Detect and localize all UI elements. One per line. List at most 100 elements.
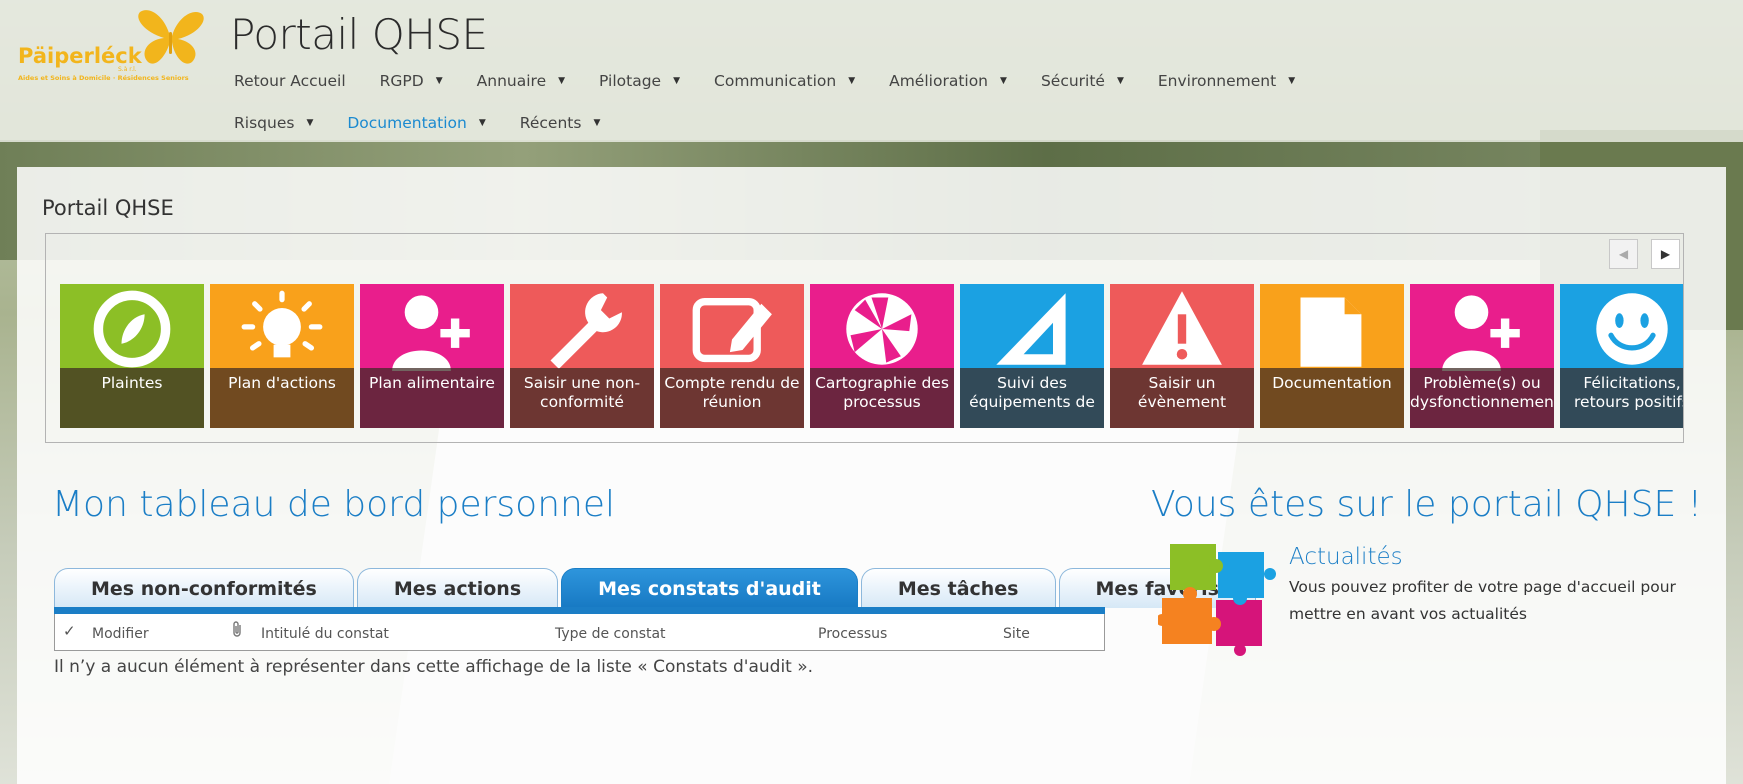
tile-plan-d-actions[interactable]: Plan d'actions — [210, 284, 354, 428]
nav-item-risques[interactable]: Risques ▼ — [228, 110, 319, 136]
tile-plan-alimentaire[interactable]: Plan alimentaire — [360, 284, 504, 428]
tile-label: Saisir une non-conformité — [510, 368, 654, 428]
tile-strip: Plaintes Plan d'actions Plan alimentaire Sa… — [60, 284, 1683, 428]
puzzle-icon — [1158, 544, 1276, 656]
logo-tagline: Aides et Soins à Domicile · Résidences S… — [18, 74, 189, 82]
panel-title: Portail QHSE — [42, 196, 174, 220]
add-user-icon — [1410, 284, 1554, 374]
nav-item-label: Annuaire — [476, 72, 547, 90]
nav-item-label: Communication — [714, 72, 837, 90]
tab-underline — [54, 607, 1105, 614]
compass-leaf-icon — [60, 284, 204, 374]
news-text: Vous pouvez profiter de votre page d'acc… — [1289, 578, 1676, 623]
nav-item-securite[interactable]: Sécurité ▼ — [1035, 68, 1130, 94]
set-square-icon — [960, 284, 1104, 374]
caret-down-icon[interactable]: ▼ — [673, 76, 680, 86]
logo-suffix: S.à r.l. — [118, 66, 137, 73]
tile-probleme-s-ou-dysfonctionnement[interactable]: Problème(s) ou dysfonctionnement — [1410, 284, 1554, 428]
top-nav-row-2: Risques ▼ Documentation ▼ Récents ▼ — [228, 110, 628, 136]
dashboard-tabs: Mes non-conformités Mes actions Mes consta… — [54, 568, 1259, 608]
nav-item-rgpd[interactable]: RGPD ▼ — [374, 68, 449, 94]
tile-saisir-un-evenement[interactable]: Saisir un évènement — [1110, 284, 1254, 428]
document-icon — [1260, 284, 1404, 374]
tile-felicitations-retours-positifs[interactable]: Félicitations, retours positifs — [1560, 284, 1683, 428]
list-col-modifier[interactable]: Modifier — [92, 626, 149, 642]
tile-label: Saisir un évènement — [1110, 368, 1254, 428]
tile-label: Plan d'actions — [210, 368, 354, 428]
check-icon[interactable]: ✓ — [63, 622, 76, 640]
caret-down-icon[interactable]: ▼ — [306, 118, 313, 128]
tab-mes-taches[interactable]: Mes tâches — [860, 568, 1056, 608]
nav-item-label: Risques — [234, 114, 295, 132]
tile-label: Problème(s) ou dysfonctionnement — [1410, 368, 1554, 428]
caret-down-icon[interactable]: ▼ — [558, 76, 565, 86]
edit-icon — [660, 284, 804, 374]
carousel-next-button[interactable]: ▶ — [1651, 239, 1680, 269]
caret-down-icon[interactable]: ▼ — [848, 76, 855, 86]
add-user-icon — [360, 284, 504, 374]
smiley-icon — [1560, 284, 1683, 374]
empty-list-message: Il n’y a aucun élément à représenter dan… — [54, 657, 814, 677]
nav-item-label: Amélioration — [889, 72, 989, 90]
tile-label: Suivi des équipements de — [960, 368, 1104, 428]
tile-label: Documentation — [1260, 368, 1404, 428]
dashboard-title: Mon tableau de bord personnel — [52, 484, 615, 525]
site-header: Päiperléck S.à r.l. Aides et Soins à Dom… — [0, 0, 1743, 142]
tile-saisir-une-non-conformite[interactable]: Saisir une non-conformité — [510, 284, 654, 428]
top-nav-row-1: Retour Accueil RGPD ▼ Annuaire ▼ Pilotage ▼ Com… — [228, 68, 1323, 94]
list-header: ✓ Modifier Intitulé du constat Type de c… — [54, 614, 1105, 651]
list-col-type[interactable]: Type de constat — [555, 626, 666, 642]
tile-suivi-des-equipements-de[interactable]: Suivi des équipements de — [960, 284, 1104, 428]
carousel-prev-button[interactable]: ◀ — [1609, 239, 1638, 269]
tile-label: Plaintes — [60, 368, 204, 428]
tab-mes-constats-d-audit[interactable]: Mes constats d'audit — [561, 568, 858, 608]
butterfly-icon — [138, 10, 204, 64]
tile-carousel: ◀ ▶ Plaintes Plan d'actions Plan alimentai… — [45, 233, 1684, 443]
site-title[interactable]: Portail QHSE — [230, 10, 488, 59]
tile-label: Félicitations, retours positifs — [1560, 368, 1683, 428]
caret-down-icon[interactable]: ▼ — [1288, 76, 1295, 86]
attachment-icon[interactable] — [231, 620, 243, 642]
tile-cartographie-des-processus[interactable]: Cartographie des processus — [810, 284, 954, 428]
chevron-left-icon: ◀ — [1618, 247, 1629, 261]
list-col-process[interactable]: Processus — [818, 626, 887, 642]
lightbulb-icon — [210, 284, 354, 374]
nav-item-recents[interactable]: Récents ▼ — [514, 110, 607, 136]
warning-icon — [1110, 284, 1254, 374]
list-col-title[interactable]: Intitulé du constat — [261, 626, 389, 642]
tile-label: Cartographie des processus — [810, 368, 954, 428]
nav-item-label: Sécurité — [1040, 72, 1105, 90]
caret-down-icon[interactable]: ▼ — [479, 118, 486, 128]
nav-item-documentation[interactable]: Documentation ▼ — [341, 110, 491, 136]
list-col-site[interactable]: Site — [1003, 626, 1030, 642]
nav-item-environnement[interactable]: Environnement ▼ — [1152, 68, 1301, 94]
nav-item-label: Documentation — [347, 114, 467, 132]
nav-item-label: Récents — [519, 114, 582, 132]
caret-down-icon[interactable]: ▼ — [1000, 76, 1007, 86]
tile-compte-rendu-de-reunion[interactable]: Compte rendu de réunion — [660, 284, 804, 428]
nav-item-label: Environnement — [1157, 72, 1277, 90]
tile-label: Plan alimentaire — [360, 368, 504, 428]
aperture-icon — [810, 284, 954, 374]
nav-item-pilotage[interactable]: Pilotage ▼ — [593, 68, 686, 94]
caret-down-icon[interactable]: ▼ — [436, 76, 443, 86]
tab-mes-actions[interactable]: Mes actions — [356, 568, 559, 608]
caret-down-icon[interactable]: ▼ — [593, 118, 600, 128]
nav-item-retour-accueil[interactable]: Retour Accueil — [228, 68, 352, 94]
caret-down-icon[interactable]: ▼ — [1117, 76, 1124, 86]
tile-label: Compte rendu de réunion — [660, 368, 804, 428]
nav-item-label: Pilotage — [599, 72, 662, 90]
tab-mes-non-conformites[interactable]: Mes non-conformités — [54, 568, 354, 608]
logo-text: Päiperléck — [18, 44, 142, 68]
nav-item-amelioration[interactable]: Amélioration ▼ — [883, 68, 1013, 94]
nav-item-annuaire[interactable]: Annuaire ▼ — [471, 68, 571, 94]
wrench-icon — [510, 284, 654, 374]
portal-welcome-heading: Vous êtes sur le portail QHSE ! — [1151, 484, 1703, 525]
tile-documentation[interactable]: Documentation — [1260, 284, 1404, 428]
chevron-right-icon: ▶ — [1660, 247, 1671, 261]
news-title[interactable]: Actualités — [1289, 544, 1403, 570]
nav-item-label: Retour Accueil — [234, 72, 346, 90]
tile-plaintes[interactable]: Plaintes — [60, 284, 204, 428]
nav-item-communication[interactable]: Communication ▼ — [708, 68, 861, 94]
nav-item-label: RGPD — [379, 72, 424, 90]
